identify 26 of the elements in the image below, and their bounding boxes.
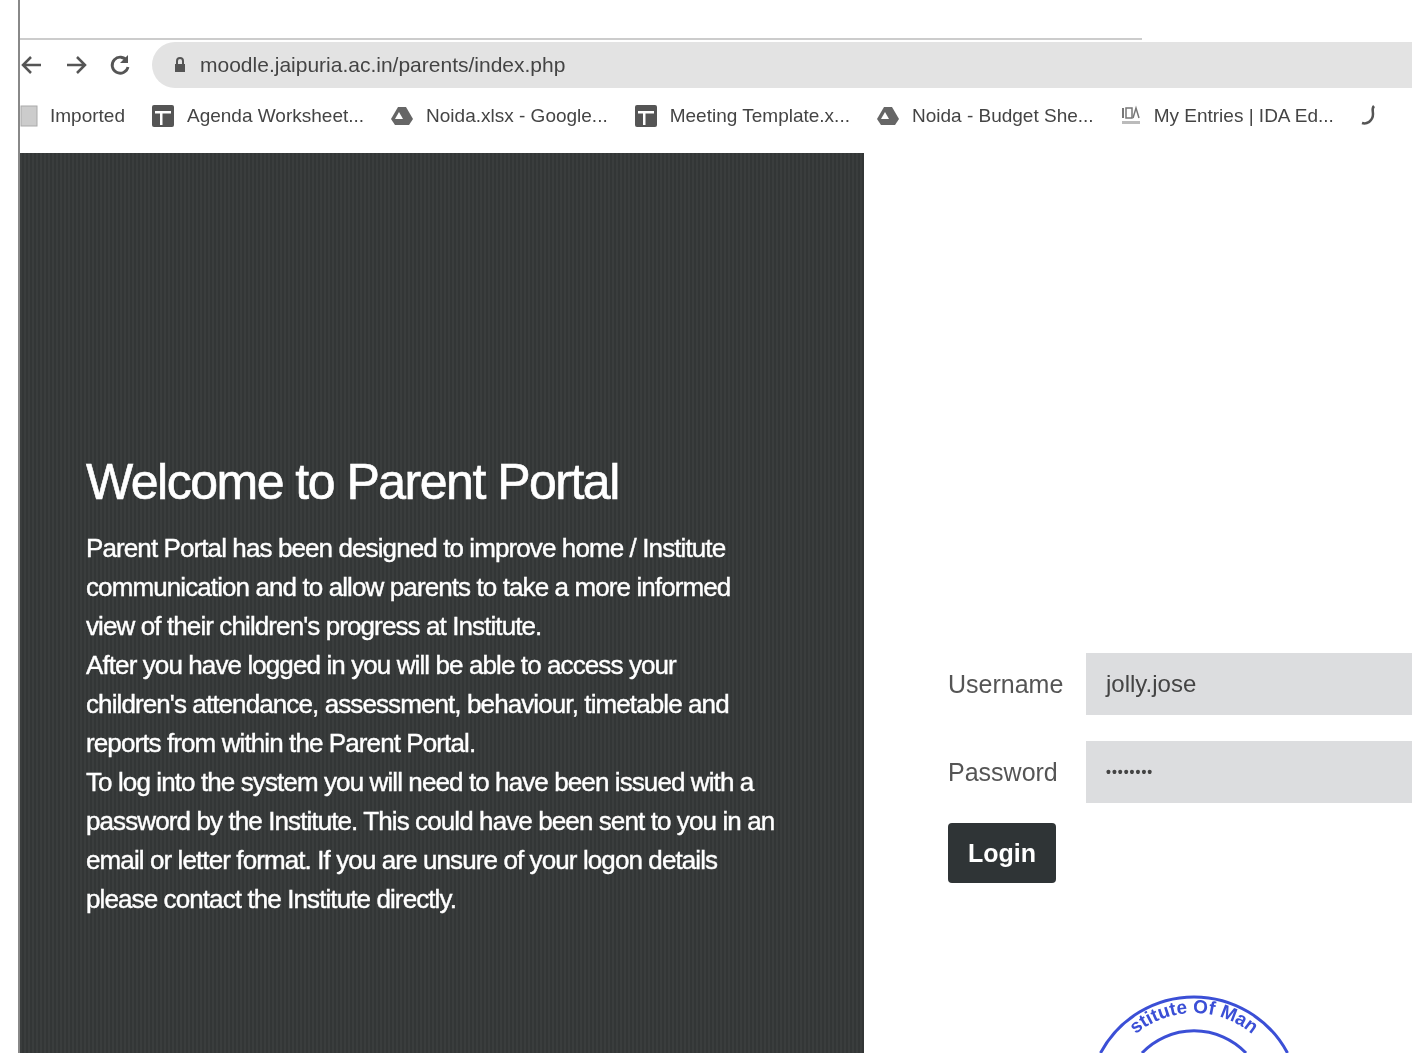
- table-icon: [633, 104, 658, 128]
- reload-icon[interactable]: [108, 53, 132, 77]
- welcome-heading: Welcome to Parent Portal: [86, 453, 620, 511]
- username-field[interactable]: jolly.jose: [1086, 653, 1412, 715]
- stamp-drawing: stitute Of Man: [1099, 995, 1289, 1053]
- login-button[interactable]: Login: [948, 823, 1057, 883]
- password-field[interactable]: ••••••••: [1086, 741, 1412, 803]
- bookmark-link[interactable]: Imported: [50, 105, 125, 127]
- table-icon: [151, 104, 175, 128]
- intro-paragraph: After you have logged in you will be able to access your children's attendance, assessment, behaviour, timetable and reports from within the Parent Portal.: [86, 649, 730, 760]
- page-icon: [20, 105, 38, 127]
- field-label: Password: [948, 757, 1059, 787]
- bookmark-link[interactable]: My Entries | IDA Ed...: [1153, 105, 1334, 127]
- triangle-icon: [390, 106, 415, 126]
- lock-icon: [174, 57, 186, 73]
- intro-paragraph: To log into the system you will need to have been issued with a password by the Institute. This could have been sent to you in an email or letter format. If you are unsure of your logon details please contact the Institute directly.: [86, 766, 776, 916]
- field-label: Username: [948, 669, 1065, 699]
- logo-icon: [1119, 105, 1142, 127]
- triangle-icon: [875, 106, 900, 126]
- bookmark-link[interactable]: Noida - Budget She...: [911, 105, 1094, 127]
- bookmark-link[interactable]: Agenda Worksheet...: [187, 105, 365, 127]
- url-text: moodle.jaipuria.ac.in/parents/index.php: [200, 53, 566, 77]
- intro-paragraph: Parent Portal has been designed to improve home / Institute communication and to allow parents to take a more informed view of their children's progress at Institute.: [86, 532, 732, 643]
- bookmark-link[interactable]: Noida.xlsx - Google...: [426, 105, 608, 127]
- address-bar[interactable]: moodle.jaipuria.ac.in/parents/index.php: [152, 42, 1412, 88]
- bookmark-link[interactable]: Meeting Template.x...: [669, 105, 850, 127]
